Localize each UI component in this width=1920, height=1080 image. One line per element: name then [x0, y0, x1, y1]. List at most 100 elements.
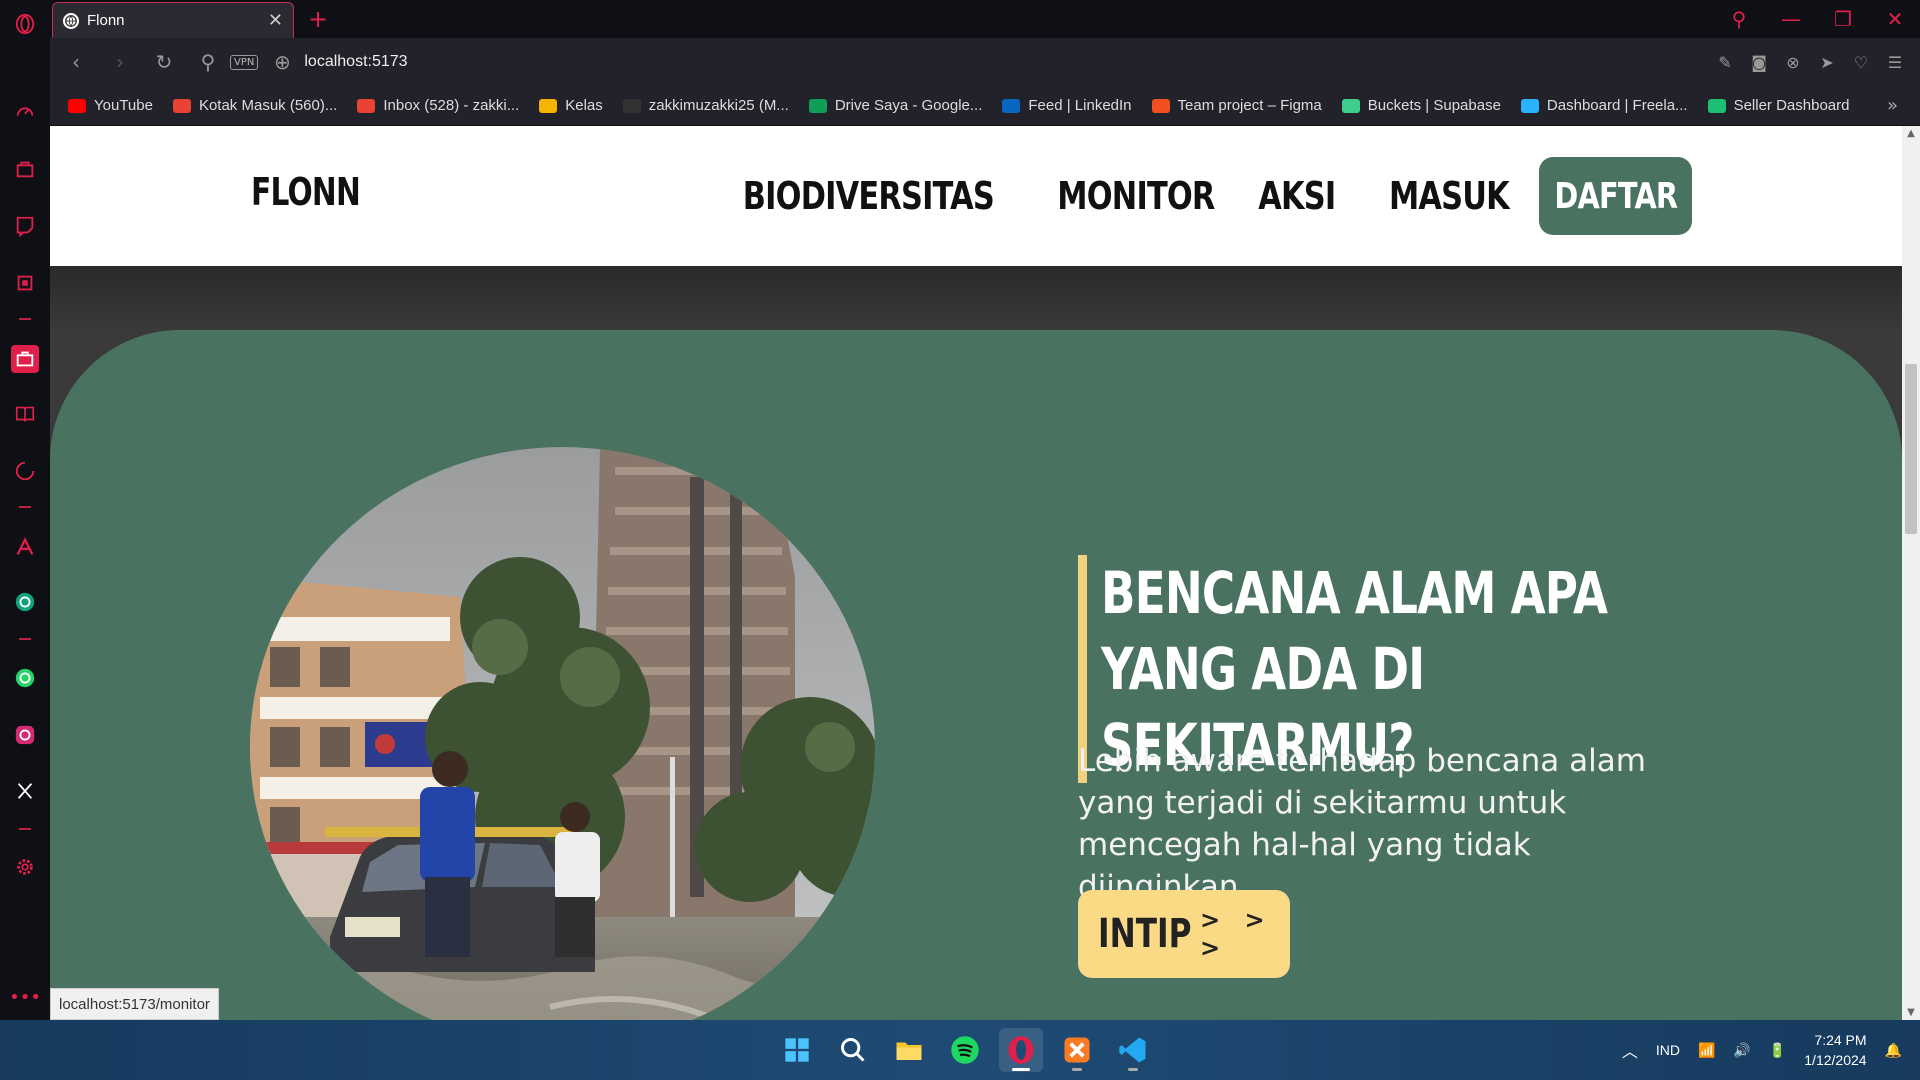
speed-dial-icon[interactable] [13, 100, 37, 124]
workspace-icon[interactable] [11, 345, 39, 373]
shopping-icon[interactable] [13, 157, 37, 181]
volume-icon[interactable]: 🔊 [1733, 1042, 1750, 1059]
site-info-icon[interactable]: ⊕ [272, 50, 292, 74]
more-icon[interactable]: ••• [9, 985, 41, 1009]
flood-photo [250, 447, 875, 1020]
status-url-tooltip: localhost:5173/monitor [50, 988, 219, 1020]
register-button[interactable]: DAFTAR [1539, 157, 1692, 235]
gmail-icon [357, 98, 376, 113]
bookmark-item[interactable]: Drive Saya - Google... [808, 97, 983, 114]
bookmark-item[interactable]: Inbox (528) - zakki... [357, 97, 519, 114]
edit-icon[interactable]: ✎ [1716, 53, 1734, 72]
bookmarks-overflow-icon[interactable]: » [1887, 95, 1898, 116]
start-icon[interactable] [775, 1028, 819, 1072]
nav-aksi[interactable]: AKSI [1258, 174, 1336, 218]
file-explorer-icon[interactable] [887, 1028, 931, 1072]
page-scrollbar[interactable]: ▲ ▼ [1902, 126, 1920, 1020]
wifi-icon[interactable]: 📶 [1698, 1042, 1715, 1059]
close-window-icon[interactable]: ✕ [1884, 7, 1906, 31]
opera-icon[interactable] [999, 1028, 1043, 1072]
close-tab-icon[interactable]: ✕ [268, 10, 283, 31]
globe-icon [63, 12, 79, 29]
search-tabs-icon[interactable]: ⚲ [1728, 7, 1750, 31]
chatgpt-icon[interactable] [13, 590, 37, 614]
bookmark-item[interactable]: Buckets | Supabase [1341, 97, 1501, 114]
send-icon[interactable]: ➤ [1818, 53, 1836, 72]
instagram-icon[interactable] [13, 723, 37, 747]
opera-logo-icon[interactable] [13, 12, 37, 36]
reload-icon[interactable]: ↻ [154, 50, 174, 74]
snapshot-icon[interactable]: ◙ [1750, 53, 1768, 72]
clock-time: 7:24 PM [1814, 1032, 1867, 1048]
bookmark-item[interactable]: Feed | LinkedIn [1002, 97, 1132, 114]
bookmarks-bar: YouTube Kotak Masuk (560)... Inbox (528) -… [50, 86, 1920, 126]
adblock-icon[interactable]: ⊗ [1784, 53, 1802, 72]
bookmark-label: Buckets | Supabase [1367, 97, 1501, 114]
header-shadow [50, 266, 1902, 336]
restore-icon[interactable]: ❐ [1832, 7, 1854, 31]
location-pin-icon[interactable]: ⚲ [198, 50, 218, 74]
bookmark-label: Feed | LinkedIn [1028, 97, 1132, 114]
extension-icon[interactable] [13, 271, 37, 295]
minimize-icon[interactable]: — [1780, 7, 1802, 31]
bookmark-item[interactable]: zakkimuzakki25 (M... [622, 97, 789, 114]
bookmark-item[interactable]: Dashboard | Freela... [1520, 97, 1688, 114]
address-bar: ‹ › ↻ ⚲ VPN ⊕ localhost:5173 ✎ ◙ ⊗ ➤ ♡ ☰ [50, 38, 1920, 86]
language-indicator[interactable]: IND [1656, 1042, 1680, 1058]
vpn-badge[interactable]: VPN [230, 54, 259, 70]
classroom-icon [539, 98, 558, 113]
bookmark-item[interactable]: Team project – Figma [1151, 97, 1322, 114]
settings-icon[interactable] [13, 855, 37, 879]
bookmark-item[interactable]: Kelas [539, 97, 603, 114]
bookmark-item[interactable]: Kotak Masuk (560)... [172, 97, 337, 114]
scrollbar-thumb[interactable] [1905, 364, 1917, 534]
battery-icon[interactable]: 🔋 [1769, 1042, 1786, 1059]
linkedin-icon [1002, 98, 1021, 113]
arrow-icon: > > > [1200, 906, 1273, 962]
figma-icon [1151, 98, 1170, 113]
spotify-icon[interactable] [943, 1028, 987, 1072]
page-viewport: FLONN BIODIVERSITAS MONITOR AKSI MASUK D… [50, 126, 1902, 1020]
nav-monitor[interactable]: MONITOR [1057, 174, 1215, 218]
tab-title: Flonn [87, 12, 125, 29]
nav-masuk[interactable]: MASUK [1389, 174, 1510, 218]
bookmark-label: Team project – Figma [1177, 97, 1322, 114]
taskbar: ︿ IND 📶 🔊 🔋 7:24 PM 1/12/2024 🔔 [0, 1020, 1920, 1080]
back-icon[interactable]: ‹ [66, 50, 86, 74]
bookmark-item[interactable]: YouTube [68, 97, 153, 114]
tab-strip: Flonn ✕ + ⚲ — ❐ ✕ [50, 0, 1920, 38]
bookmark-label: Drive Saya - Google... [834, 97, 983, 114]
fiverr-icon [1707, 98, 1726, 113]
opera-sidebar: ••• [0, 0, 50, 1020]
site-nav: BIODIVERSITAS MONITOR AKSI MASUK DAFTAR [656, 157, 1692, 235]
site-header: FLONN BIODIVERSITAS MONITOR AKSI MASUK D… [50, 126, 1902, 266]
reading-list-icon[interactable] [13, 402, 37, 426]
scroll-up-icon[interactable]: ▲ [1902, 128, 1920, 139]
intip-button[interactable]: INTIP > > > [1078, 890, 1290, 978]
x-twitter-icon[interactable] [13, 779, 37, 803]
search-icon[interactable] [831, 1028, 875, 1072]
forward-icon[interactable]: › [110, 50, 130, 74]
bookmark-label: Inbox (528) - zakki... [383, 97, 520, 114]
heart-icon[interactable]: ♡ [1852, 53, 1870, 72]
drive-icon [808, 98, 827, 113]
easy-setup-icon[interactable]: ☰ [1886, 53, 1904, 72]
clock[interactable]: 7:24 PM 1/12/2024 [1804, 1030, 1866, 1070]
xampp-icon[interactable] [1055, 1028, 1099, 1072]
new-tab-icon[interactable]: + [308, 5, 328, 33]
twitch-icon[interactable] [13, 214, 37, 238]
nav-biodiversitas[interactable]: BIODIVERSITAS [743, 174, 995, 218]
whatsapp-icon[interactable] [13, 666, 37, 690]
chevron-up-icon[interactable]: ︿ [1622, 1038, 1638, 1062]
vscode-icon[interactable] [1111, 1028, 1155, 1072]
bookmark-label: YouTube [94, 97, 153, 114]
site-logo[interactable]: FLONN [251, 170, 361, 214]
notification-bell-icon[interactable]: 🔔 [1885, 1042, 1902, 1059]
aria-icon[interactable] [13, 535, 37, 559]
tab-flonn[interactable]: Flonn ✕ [52, 2, 294, 38]
url-field[interactable]: localhost:5173 [304, 53, 407, 71]
history-icon[interactable] [13, 459, 37, 483]
bookmark-label: Dashboard | Freela... [1546, 97, 1688, 114]
bookmark-item[interactable]: Seller Dashboard [1707, 97, 1849, 114]
scroll-down-icon[interactable]: ▼ [1902, 1007, 1920, 1018]
